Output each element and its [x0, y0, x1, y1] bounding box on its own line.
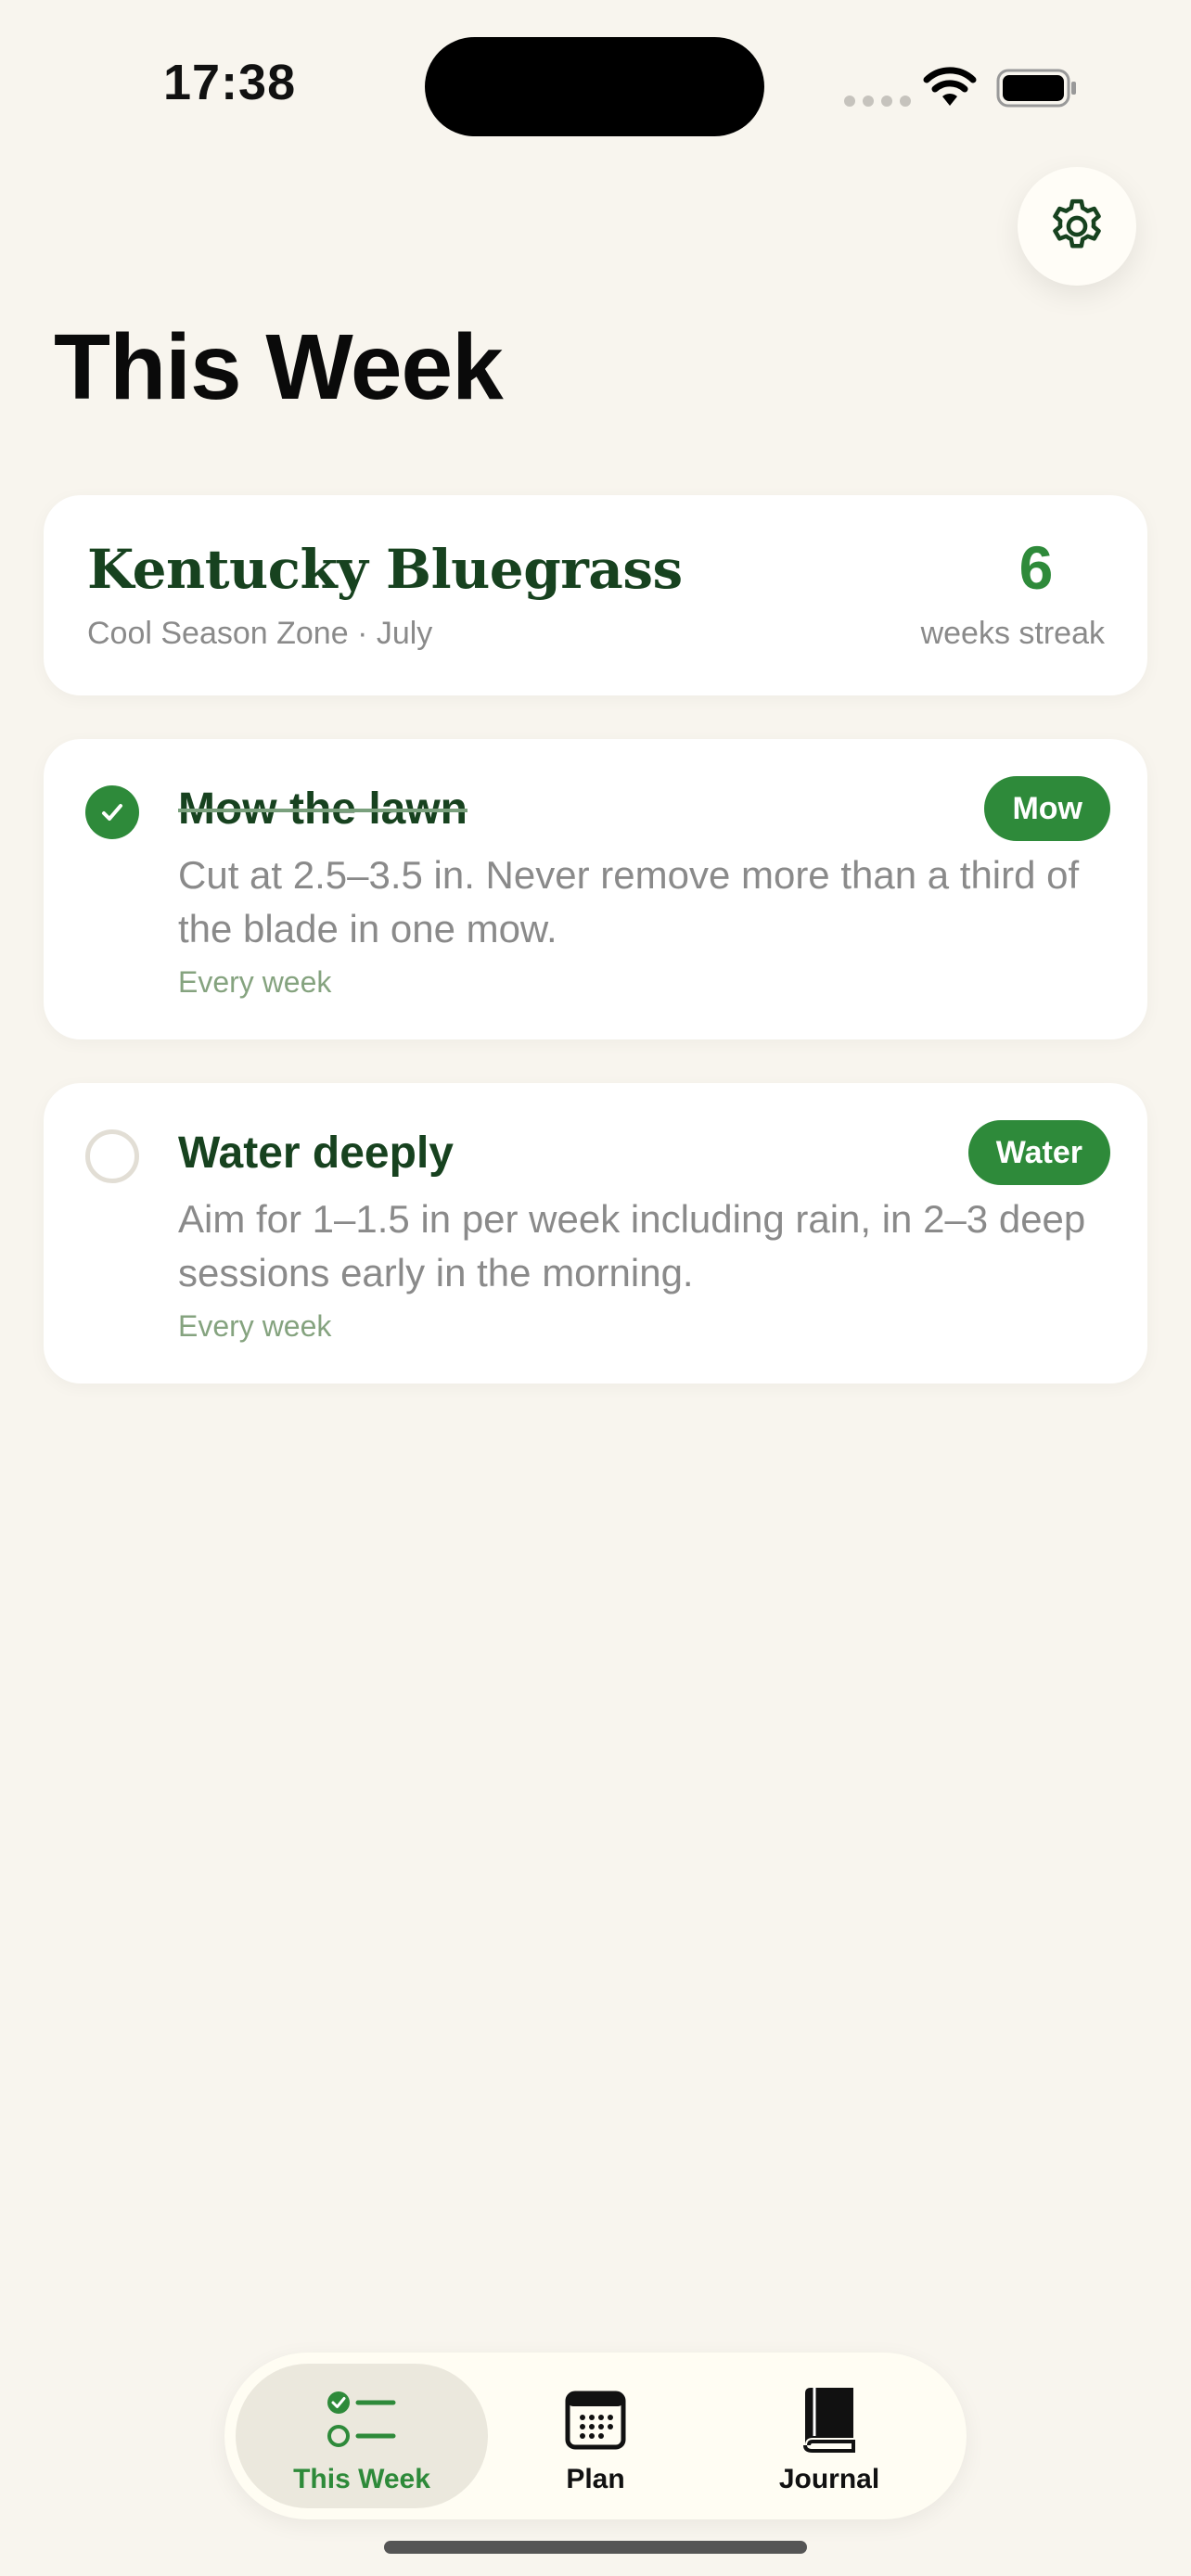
tab-bar: This Week Plan Journal [224, 2353, 967, 2519]
task-description: Cut at 2.5–3.5 in. Never remove more tha… [178, 853, 1080, 950]
gear-icon [1053, 198, 1101, 249]
calendar-icon [565, 2391, 626, 2450]
task-title: Mow the lawn [178, 784, 467, 834]
dynamic-island [425, 37, 764, 136]
status-time: 17:38 [163, 55, 297, 110]
tab-journal[interactable]: Journal [703, 2364, 955, 2508]
streak-label: weeks streak [920, 616, 1105, 651]
task-description: Aim for 1–1.5 in per week including rain… [178, 1197, 1086, 1294]
task-card[interactable]: Water deeply Water Aim for 1–1.5 in per … [44, 1083, 1147, 1384]
battery-icon [996, 69, 1076, 108]
task-frequency: Every week [178, 965, 332, 999]
page-title: This Week [54, 315, 504, 419]
task-tag-badge: Mow [984, 776, 1110, 841]
home-indicator [384, 2541, 807, 2554]
grass-info-card: Kentucky Bluegrass Cool Season Zone · Ju… [44, 495, 1147, 695]
signal-icon [844, 95, 918, 111]
tab-this-week[interactable]: This Week [236, 2364, 488, 2508]
task-card[interactable]: Mow the lawn Mow Cut at 2.5–3.5 in. Neve… [44, 739, 1147, 1039]
task-title: Water deeply [178, 1129, 454, 1178]
tab-label: Plan [566, 2464, 625, 2494]
wifi-icon [923, 67, 977, 106]
checkmark-icon [102, 804, 122, 821]
grass-subtitle: Cool Season Zone · July [87, 616, 433, 651]
grass-name: Kentucky Bluegrass [87, 538, 683, 601]
task-checkbox-checked[interactable] [85, 785, 139, 839]
book-icon [803, 2388, 855, 2453]
settings-button[interactable] [1018, 167, 1136, 286]
checklist-icon [327, 2391, 396, 2447]
status-bar: 17:38 [0, 0, 1191, 167]
task-checkbox-unchecked[interactable] [85, 1129, 139, 1183]
tab-label: Journal [778, 2464, 880, 2494]
tab-label: This Week [293, 2464, 430, 2494]
task-frequency: Every week [178, 1309, 332, 1343]
tab-plan[interactable]: Plan [469, 2364, 722, 2508]
streak-count: 6 [1018, 533, 1054, 602]
task-tag-badge: Water [967, 1120, 1110, 1185]
